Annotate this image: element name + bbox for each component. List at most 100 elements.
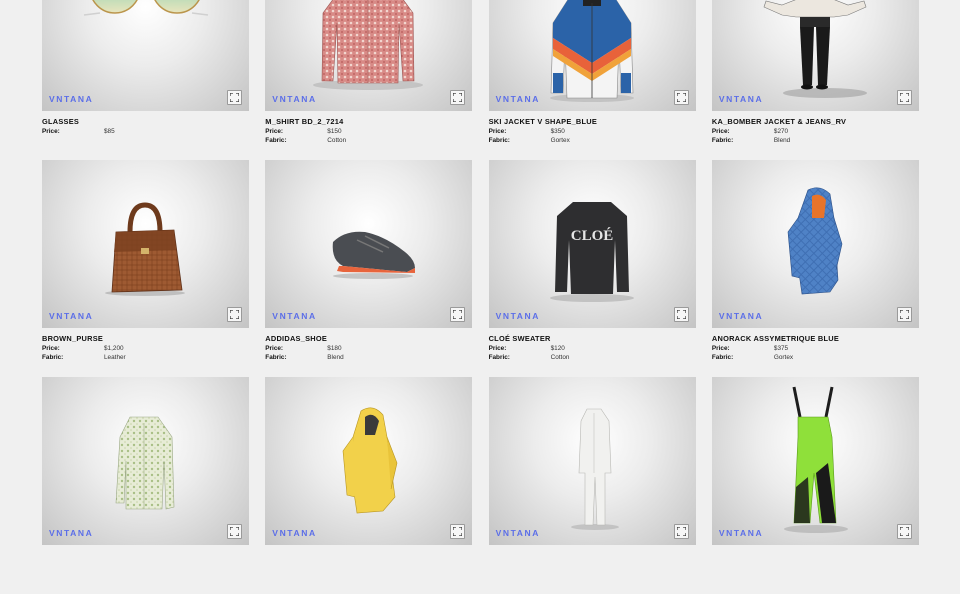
product-name: KA_BOMBER JACKET & JEANS_RV (711, 117, 847, 126)
fabric-label: Fabric: (265, 137, 287, 144)
brand-logo: VNTANA (49, 94, 94, 104)
price-label: Price: (711, 345, 730, 352)
expand-icon[interactable] (673, 90, 689, 105)
fabric-value: Gortex (773, 354, 794, 361)
brand-logo: VNTANA (495, 94, 540, 104)
product-name: CLOÉ SWEATER (488, 334, 551, 343)
expand-icon[interactable] (227, 524, 242, 539)
product-card[interactable]: VNTANA ANORACK ASSYMETRIQUE BLUE Price: $… (711, 160, 919, 377)
product-thumbnail[interactable]: VNTANA (711, 377, 919, 545)
brand-logo: VNTANA (718, 311, 764, 321)
price-row: Price: $350 (489, 128, 565, 135)
price-value: $375 (773, 345, 789, 352)
price-row: Price: $85 (42, 128, 115, 135)
price-label: Price: (488, 128, 507, 135)
price-label: Price: (42, 128, 60, 135)
product-card[interactable]: VNTANA SKI JACKET V SHAPE_BLUE Price: $35… (488, 0, 696, 160)
brand-logo: VNTANA (718, 528, 764, 538)
fabric-label: Fabric: (488, 354, 510, 361)
price-row: Price: $120 (489, 345, 565, 352)
product-card[interactable]: VNTANA (42, 377, 249, 594)
expand-icon[interactable] (896, 307, 912, 322)
product-thumbnail[interactable]: VNTANA (488, 0, 696, 111)
fabric-value: Cotton (327, 137, 347, 144)
price-value: $180 (327, 345, 342, 352)
fabric-value: Blend (327, 354, 344, 361)
expand-icon[interactable] (450, 307, 466, 322)
fabric-value: Leather (104, 354, 126, 361)
product-card[interactable]: VNTANA (711, 377, 919, 594)
expand-icon[interactable] (227, 307, 242, 322)
price-value: $270 (773, 128, 789, 135)
fabric-value: Cotton (550, 354, 570, 361)
product-card[interactable]: VNTANA KA_BOMBER JACKET & JEANS_RV Price… (711, 0, 919, 160)
price-label: Price: (488, 345, 507, 352)
fabric-row: Fabric: Cotton (265, 137, 346, 144)
fabric-row: Fabric: Cotton (489, 354, 570, 361)
fabric-label: Fabric: (42, 354, 64, 361)
brand-logo: VNTANA (272, 94, 317, 104)
product-thumbnail[interactable]: VNTANA (42, 0, 249, 111)
expand-icon[interactable] (673, 307, 689, 322)
expand-icon[interactable] (450, 90, 466, 105)
product-thumbnail[interactable]: VNTANA (488, 377, 696, 545)
product-name: M_SHIRT BD_2_7214 (265, 117, 344, 126)
expand-icon[interactable] (450, 524, 466, 539)
price-row: Price: $180 (265, 345, 341, 352)
product-thumbnail[interactable]: VNTANA (265, 160, 473, 328)
product-name: GLASSES (42, 117, 80, 126)
floral-shirt-icon (115, 416, 175, 510)
product-thumbnail[interactable]: VNTANA (711, 160, 919, 328)
product-thumbnail[interactable]: CLOÉ VNTANA (488, 160, 696, 328)
price-value: $120 (550, 345, 565, 352)
brand-logo: VNTANA (272, 528, 317, 538)
price-label: Price: (711, 128, 730, 135)
product-thumbnail[interactable]: VNTANA (42, 160, 249, 328)
expand-icon[interactable] (896, 524, 912, 539)
product-name: ANORACK ASSYMETRIQUE BLUE (711, 334, 839, 343)
product-card[interactable]: VNTANA (488, 377, 696, 594)
product-name: SKI JACKET V SHAPE_BLUE (488, 117, 598, 126)
fabric-row: Fabric: Gortex (489, 137, 570, 144)
product-thumbnail[interactable]: VNTANA (711, 0, 919, 111)
product-grid: VNTANA GLASSES Price: $85 VNTANA M_SHIRT … (42, 0, 919, 594)
anorak-icon (787, 187, 843, 295)
shoe-icon (333, 231, 416, 279)
fabric-label: Fabric: (488, 137, 510, 144)
fabric-label: Fabric: (265, 354, 287, 361)
expand-icon[interactable] (896, 90, 912, 105)
price-value: $1,200 (104, 345, 124, 352)
product-card[interactable]: VNTANA (265, 377, 473, 594)
price-row: Price: $1,200 (42, 345, 124, 352)
product-thumbnail[interactable]: VNTANA (265, 377, 473, 545)
price-value: $350 (550, 128, 565, 135)
fabric-row: Fabric: Leather (42, 354, 126, 361)
product-card[interactable]: VNTANA GLASSES Price: $85 (42, 0, 249, 160)
price-value: $150 (327, 128, 342, 135)
fabric-label: Fabric: (711, 137, 734, 144)
price-row: Price: $375 (712, 345, 788, 352)
product-card[interactable]: VNTANA ADDIDAS_SHOE Price: $180 Fabric: Bl… (265, 160, 473, 377)
white-suit-icon (570, 408, 619, 530)
sweater-print: CLOÉ (570, 227, 613, 244)
purse-icon (105, 202, 185, 296)
product-name: ADDIDAS_SHOE (265, 334, 328, 343)
product-thumbnail[interactable]: VNTANA (42, 377, 249, 545)
fabric-value: Blend (773, 137, 791, 144)
expand-icon[interactable] (673, 524, 689, 539)
yellow-jacket-icon (342, 407, 398, 514)
product-card[interactable]: CLOÉ VNTANA CLOÉ SWEATER Price: $120 Fabr… (488, 160, 696, 377)
fabric-value: Gortex (550, 137, 570, 144)
price-label: Price: (265, 128, 284, 135)
brand-logo: VNTANA (495, 311, 540, 321)
product-card[interactable]: VNTANA M_SHIRT BD_2_7214 Price: $150 Fabr… (265, 0, 473, 160)
product-card[interactable]: VNTANA BROWN_PURSE Price: $1,200 Fabric: L… (42, 160, 249, 377)
price-label: Price: (42, 345, 60, 352)
price-label: Price: (265, 345, 284, 352)
product-thumbnail[interactable]: VNTANA (265, 0, 473, 111)
sweater-icon: CLOÉ (549, 202, 634, 302)
expand-icon[interactable] (227, 90, 242, 105)
brand-logo: VNTANA (495, 528, 540, 538)
overalls-icon (783, 386, 848, 533)
fabric-row: Fabric: Gortex (712, 354, 793, 361)
